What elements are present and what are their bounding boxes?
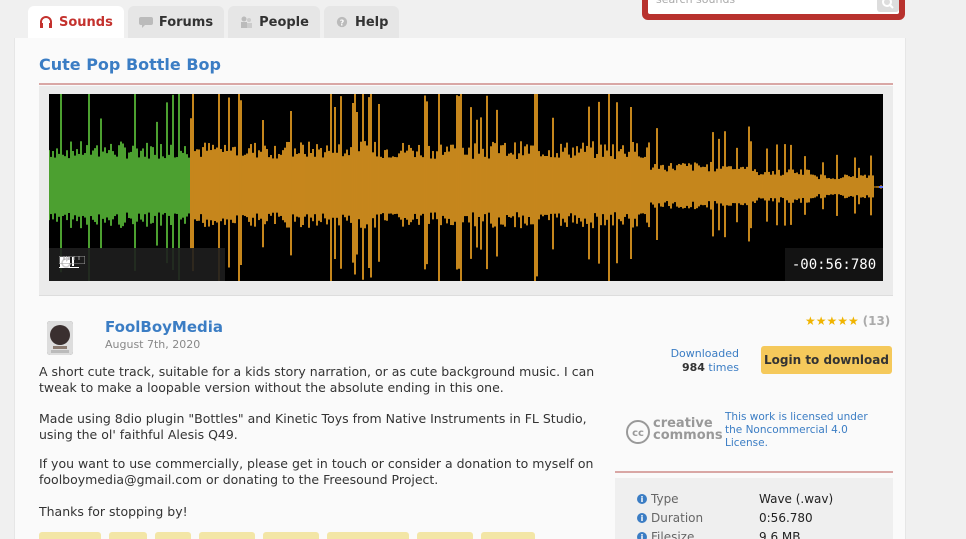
file-info: i Type Wave (.wav) i Duration 0:56.780 i Fi…	[615, 478, 893, 539]
measure-icon[interactable]	[59, 256, 85, 264]
tab-people[interactable]: People	[228, 6, 320, 38]
search-input[interactable]: search sounds	[648, 0, 899, 14]
tag[interactable]	[39, 532, 101, 539]
title-divider	[39, 83, 893, 85]
info-icon[interactable]: i	[637, 494, 647, 504]
creative-commons-logo[interactable]: cc creative commons	[625, 416, 723, 448]
description-paragraph: Thanks for stopping by!	[39, 504, 188, 519]
nav-tabs: Sounds Forums People ? Help	[28, 6, 400, 38]
license-divider	[615, 471, 893, 473]
tab-label: Help	[354, 14, 389, 30]
tab-label: Forums	[158, 14, 214, 30]
search-button[interactable]	[877, 0, 899, 12]
info-value: 0:56.780	[759, 511, 813, 525]
description-paragraph: Made using 8dio plugin "Bottles" and Kin…	[39, 411, 587, 442]
license-link[interactable]: This work is licensed under the Noncomme…	[725, 411, 875, 450]
svg-text:cc: cc	[632, 428, 644, 439]
search-icon	[882, 0, 894, 9]
tag[interactable]	[417, 532, 473, 539]
info-key: Duration	[651, 511, 704, 525]
author-link[interactable]: FoolBoyMedia	[105, 318, 223, 336]
avatar[interactable]	[47, 321, 73, 355]
upload-date: August 7th, 2020	[105, 338, 201, 351]
info-value: Wave (.wav)	[759, 492, 834, 506]
info-key: Filesize	[651, 530, 695, 539]
tab-help[interactable]: ? Help	[323, 6, 400, 38]
info-row-duration: i Duration 0:56.780	[637, 511, 813, 525]
people-icon	[241, 16, 253, 28]
top-navigation: Sounds Forums People ? Help search sound…	[0, 0, 966, 38]
sound-title[interactable]: Cute Pop Bottle Bop	[39, 55, 221, 74]
cc-logo-text: creative commons	[653, 416, 723, 443]
info-value: 9.6 MB	[759, 530, 801, 539]
description-paragraph: A short cute track, suitable for a kids …	[39, 364, 595, 395]
tag[interactable]	[263, 532, 319, 539]
tag[interactable]	[327, 532, 409, 539]
player-controls	[49, 248, 225, 281]
speech-bubble-icon	[138, 17, 153, 28]
tab-label: Sounds	[59, 14, 113, 30]
info-icon[interactable]: i	[637, 513, 647, 523]
sound-panel: Cute Pop Bottle Bop -00:56:780 FoolBoyMe…	[14, 38, 906, 539]
info-row-type: i Type Wave (.wav)	[637, 492, 833, 506]
question-icon: ?	[336, 16, 348, 27]
info-row-filesize: i Filesize 9.6 MB	[637, 530, 800, 539]
headphones-icon	[40, 16, 52, 28]
login-to-download-button[interactable]: Login to download	[761, 346, 892, 374]
tag-list	[39, 532, 535, 539]
svg-text:?: ?	[340, 18, 344, 27]
info-key: Type	[651, 492, 679, 506]
tab-sounds[interactable]: Sounds	[28, 6, 124, 38]
description-paragraph: If you want to use commercially, please …	[39, 456, 594, 487]
tag[interactable]	[155, 532, 191, 539]
info-icon[interactable]: i	[637, 532, 647, 539]
time-remaining: -00:56:780	[785, 248, 883, 281]
tag[interactable]	[109, 532, 147, 539]
tab-label: People	[259, 14, 309, 30]
downloaded-number: 984	[681, 361, 705, 374]
tag[interactable]	[481, 532, 535, 539]
search-box: search sounds	[642, 0, 905, 20]
tab-forums[interactable]: Forums	[127, 6, 225, 38]
audio-player: -00:56:780	[39, 86, 893, 296]
rating-count: (13)	[862, 314, 891, 328]
rating[interactable]: ★★★★★ (13)	[805, 314, 890, 328]
downloaded-suffix: times	[708, 361, 739, 374]
tag[interactable]	[199, 532, 255, 539]
download-count: Downloaded 984 times	[667, 347, 739, 375]
star-rating-icons: ★★★★★	[805, 314, 863, 328]
page-margin	[906, 0, 966, 539]
downloaded-label: Downloaded	[670, 347, 739, 360]
